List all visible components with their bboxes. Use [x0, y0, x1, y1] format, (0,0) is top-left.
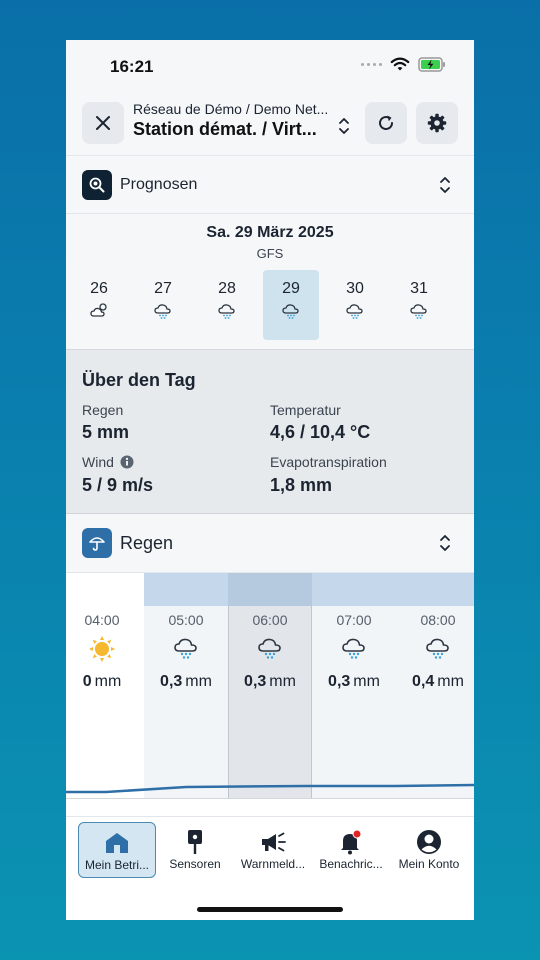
forecast-section-label: Prognosen	[120, 176, 198, 193]
refresh-icon	[379, 115, 393, 130]
hour-rain-value: 0 mm	[82, 673, 122, 690]
cloud-rain-icon	[199, 302, 255, 325]
wifi-icon	[390, 57, 410, 71]
close-icon	[96, 116, 110, 130]
phone-screen: 16:21 Réseau de Démo / Demo Net... Stati…	[66, 40, 474, 920]
rain-trend-line	[66, 783, 474, 794]
cloud-rain-icon	[396, 635, 474, 661]
hour-label: 08:00	[420, 612, 456, 628]
nav-account[interactable]: Mein Konto	[390, 822, 468, 878]
cloud-rain-icon	[228, 635, 312, 661]
signal-dots-icon	[361, 63, 382, 66]
hour-label: 05:00	[168, 612, 204, 628]
rain-section-bar[interactable]: Regen	[66, 514, 474, 573]
status-icons	[361, 57, 446, 72]
day-26[interactable]: 26	[71, 270, 127, 340]
day-number: 26	[90, 280, 108, 297]
sensor-icon	[156, 828, 234, 856]
cloud-rain-icon	[144, 635, 228, 661]
status-time: 16:21	[110, 57, 154, 76]
day-31[interactable]: 31	[391, 270, 447, 340]
status-bar: 16:21	[66, 40, 474, 96]
battery-charging-icon	[418, 57, 445, 72]
forecast-model: GFS	[256, 246, 284, 261]
day-number: 27	[154, 280, 172, 297]
hour-label: 06:00	[252, 612, 288, 628]
cloud-rain-icon	[327, 302, 383, 325]
day-number: 30	[346, 280, 364, 297]
chevron-updown-icon	[440, 177, 450, 193]
evapotranspiration-value: 1,8 mm	[270, 475, 333, 495]
nav-home[interactable]: Mein Betri...	[78, 822, 156, 878]
hour-rain-value: 0,3 mm	[160, 673, 212, 690]
evapotranspiration-label: Evapotranspiration	[270, 454, 387, 470]
info-icon[interactable]	[120, 455, 134, 469]
summary-title: Über den Tag	[82, 370, 196, 390]
rain-section-label: Regen	[120, 533, 174, 553]
hour-rain-value: 0,3 mm	[328, 673, 380, 690]
account-icon	[390, 828, 468, 856]
nav-label: Warnmeld...	[240, 857, 306, 871]
rain-value: 5 mm	[82, 422, 130, 442]
nav-bell[interactable]: Benachric...	[312, 822, 390, 878]
home-indicator	[197, 907, 343, 912]
nav-label: Mein Konto	[398, 857, 460, 871]
day-number: 29	[282, 280, 300, 297]
hour-label: 07:00	[336, 612, 372, 628]
station-name: Station démat. / Virt...	[133, 119, 317, 139]
bell-icon	[312, 828, 390, 856]
station-selector[interactable]: Réseau de Démo / Demo Net... Station dém…	[133, 101, 333, 140]
cloud-rain-icon	[263, 302, 319, 325]
temperature-label: Temperatur	[270, 402, 341, 418]
day-number: 28	[218, 280, 236, 297]
hour-rain-value: 0,3 mm	[244, 673, 296, 690]
chevron-updown-icon[interactable]	[338, 115, 350, 137]
cloud-sun-icon	[71, 302, 127, 323]
hour-rain-value: 0,4 mm	[412, 673, 464, 690]
cloud-rain-icon	[391, 302, 447, 325]
day-30[interactable]: 30	[327, 270, 383, 340]
forecast-search-icon	[82, 170, 112, 200]
nav-megaphone[interactable]: Warnmeld...	[234, 822, 312, 878]
wind-value: 5 / 9 m/s	[82, 475, 154, 495]
umbrella-icon	[82, 528, 112, 558]
hour-column-0600[interactable]: 06:00 0,3 mm	[228, 573, 312, 798]
gear-icon	[427, 113, 447, 133]
chevron-updown-icon	[440, 535, 450, 551]
day-summary: Über den Tag Regen 5 mm Temperatur 4,6 /…	[66, 350, 474, 514]
hour-label: 04:00	[84, 612, 120, 628]
wind-label: Wind	[82, 454, 134, 470]
selected-date: Sa. 29 März 2025	[206, 224, 334, 241]
forecast-section-bar[interactable]: Prognosen	[66, 156, 474, 214]
sun-icon	[66, 635, 144, 663]
station-header: Réseau de Démo / Demo Net... Station dém…	[66, 96, 474, 156]
hour-column-0700[interactable]: 07:00 0,3 mm	[312, 573, 396, 798]
refresh-button[interactable]	[365, 102, 407, 144]
day-28[interactable]: 28	[199, 270, 255, 340]
home-icon	[79, 829, 155, 857]
nav-label: Benachric...	[319, 857, 383, 871]
nav-label: Sensoren	[169, 857, 221, 871]
day-27[interactable]: 27	[135, 270, 191, 340]
hour-column-0500[interactable]: 05:00 0,3 mm	[144, 573, 228, 798]
settings-button[interactable]	[416, 102, 458, 144]
hour-column-0800[interactable]: 08:00 0,4 mm	[396, 573, 474, 798]
date-selector: Sa. 29 März 2025 GFS 26 27 28 29 30 31	[66, 214, 474, 350]
hour-column-0400[interactable]: 04:00 0 mm	[66, 573, 144, 798]
network-name: Réseau de Démo / Demo Net...	[133, 101, 329, 117]
close-button[interactable]	[82, 102, 124, 144]
megaphone-icon	[234, 828, 312, 856]
hourly-rain-timeline[interactable]: 04:00 0 mm 05:00 0,3 mm 06:00 0,3 mm 07:00 0,3 mm 08…	[66, 573, 474, 799]
day-29[interactable]: 29	[263, 270, 319, 340]
temperature-value: 4,6 / 10,4 °C	[270, 422, 371, 442]
day-number: 31	[410, 280, 428, 297]
cloud-rain-icon	[135, 302, 191, 325]
nav-label: Mein Betri...	[84, 858, 150, 872]
nav-sensor[interactable]: Sensoren	[156, 822, 234, 878]
cloud-rain-icon	[312, 635, 396, 661]
rain-label: Regen	[82, 402, 124, 418]
bottom-navigation: Mein Betri... Sensoren Warnmeld... Benachri…	[66, 816, 474, 920]
